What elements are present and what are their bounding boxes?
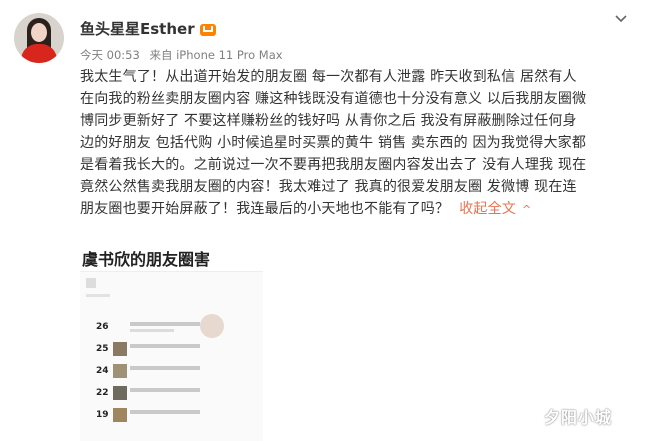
- moment-text: [130, 322, 200, 326]
- moment-date: 22: [96, 388, 109, 398]
- chevron-down-icon[interactable]: [610, 10, 632, 28]
- user-name[interactable]: 鱼头星星Esther: [80, 18, 195, 39]
- moment-date: 26: [96, 322, 109, 332]
- moment-row: 26: [80, 314, 263, 338]
- moment-text: [130, 388, 200, 392]
- post-line: 边的好朋友 包括代购 小时候追星时买票的黄牛 销售 卖东西的 因为我觉得大家都: [80, 135, 587, 151]
- post-line: 在向我的粉丝卖朋友圈内容 赚这种钱既没有道德也十分没有意义 以后我朋友圈微: [80, 91, 587, 107]
- avatar[interactable]: [14, 13, 64, 63]
- post-line-text: 朋友圈也要开始屏蔽了！我连最后的小天地也不能有了吗？: [80, 201, 450, 217]
- moment-thumb: [113, 342, 127, 356]
- vip-icon: [199, 23, 216, 36]
- moment-row: 25: [80, 342, 263, 360]
- user-name-link[interactable]: 鱼头星星Esther: [80, 18, 216, 39]
- moment-thumb: [113, 364, 127, 378]
- moment-date: 25: [96, 344, 109, 354]
- collapse-label[interactable]: 收起全文: [459, 201, 516, 217]
- moment-photo: [200, 314, 224, 338]
- post-time[interactable]: 今天 00:53: [80, 48, 140, 62]
- moment-text: [130, 366, 200, 370]
- post-line-last: 朋友圈也要开始屏蔽了！我连最后的小天地也不能有了吗？ 收起全文 ^: [80, 198, 628, 221]
- moment-text: [130, 329, 174, 332]
- moment-row: 24: [80, 364, 263, 382]
- collapse-button[interactable]: 收起全文 ^: [459, 201, 531, 217]
- moment-date: 19: [96, 410, 109, 420]
- post-text: 我太生气了！从出道开始发的朋友圈 每一次都有人泄露 昨天收到私信 居然有人 在向…: [80, 66, 628, 221]
- back-icon: [86, 278, 96, 288]
- post-line: 我太生气了！从出道开始发的朋友圈 每一次都有人泄露 昨天收到私信 居然有人: [80, 69, 577, 85]
- post-line: 竟然公然售卖我朋友圈的内容！我太难过了 我真的很爱发朋友圈 发微博 现在连: [80, 179, 577, 195]
- post-meta: 今天 00:53 来自 iPhone 11 Pro Max: [80, 47, 289, 63]
- image-title: 虞书欣的朋友圈害: [82, 250, 211, 269]
- watermark: 夕阳小城: [544, 408, 613, 427]
- moment-text: [130, 410, 200, 414]
- post-image[interactable]: 虞书欣的朋友圈害 26 25 24 22 19: [80, 244, 263, 441]
- post-line: 是看着我长大的。之前说过一次不要再把我朋友圈内容发出去了 没有人理我 现在: [80, 157, 587, 173]
- chevron-up-icon[interactable]: ^: [522, 203, 531, 216]
- moment-thumb: [113, 408, 127, 422]
- header-bar: [86, 294, 110, 297]
- post-line: 博同步更新好了 不要这样赚粉丝的钱好吗 从青你之后 我没有屏蔽删除过任何身: [80, 113, 577, 129]
- moment-row: 19: [80, 408, 263, 426]
- moments-screenshot: 26 25 24 22 19: [80, 271, 263, 441]
- moment-date: 24: [96, 366, 109, 376]
- moment-text: [130, 344, 200, 348]
- moment-thumb: [113, 386, 127, 400]
- moment-row: 22: [80, 386, 263, 404]
- post-source: 来自 iPhone 11 Pro Max: [149, 48, 283, 62]
